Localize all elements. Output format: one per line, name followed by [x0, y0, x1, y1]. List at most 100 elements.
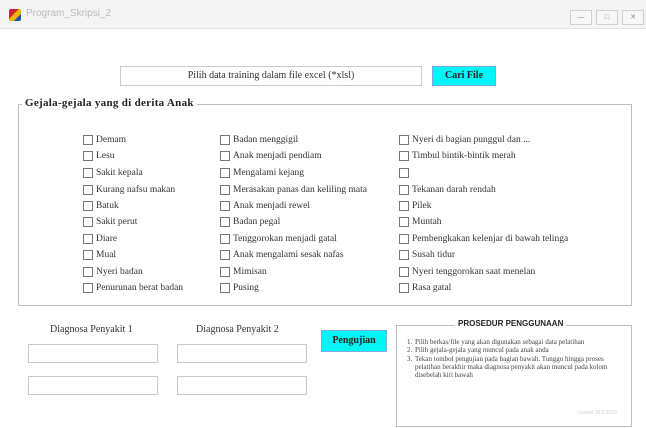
browse-file-button[interactable]: Cari File: [432, 66, 496, 86]
symptom-label: Anak menjadi pendiam: [233, 151, 322, 161]
symptom-checkbox[interactable]: Sakit kepala: [83, 168, 143, 178]
symptom-label: Penurunan berat badan: [96, 283, 184, 293]
diagnosis-2-field-b[interactable]: [177, 376, 307, 395]
checkbox-square[interactable]: [83, 250, 93, 260]
symptom-label: Timbul bintik-bintik merah: [412, 151, 516, 161]
symptoms-panel: Gejala-gejala yang di derita Anak Demam L…: [18, 97, 632, 306]
symptom-checkbox[interactable]: Badan menggigil: [220, 135, 298, 145]
symptom-checkbox[interactable]: Anak mengalami sesak nafas: [220, 250, 344, 260]
checkbox-square[interactable]: [220, 217, 230, 227]
symptom-checkbox[interactable]: Tenggorokan menjadi gatal: [220, 234, 337, 244]
symptom-checkbox[interactable]: Diare: [83, 234, 117, 244]
symptom-checkbox[interactable]: Nyeri di bagian punggul dan ...: [399, 135, 530, 145]
checkbox-square[interactable]: [83, 135, 93, 145]
diagnosis-1-label: Diagnosa Penyakit 1: [50, 324, 133, 335]
diagnosis-1-field-a[interactable]: [28, 344, 158, 363]
test-button[interactable]: Pengujian: [321, 330, 387, 352]
symptom-checkbox[interactable]: Mengalami kejang: [220, 168, 304, 178]
symptom-label: Lesu: [96, 151, 115, 161]
checkbox-square[interactable]: [220, 201, 230, 211]
symptom-checkbox[interactable]: Demam: [83, 135, 126, 145]
symptom-label: Pembengkakan kelenjar di bawah telinga: [412, 234, 569, 244]
symptom-checkbox[interactable]: Pilek: [399, 201, 432, 211]
symptom-label: Muntah: [412, 217, 442, 227]
checkbox-square[interactable]: [220, 135, 230, 145]
checkbox-square[interactable]: [399, 267, 409, 277]
checkbox-square[interactable]: [83, 217, 93, 227]
close-button[interactable]: ✕: [622, 10, 644, 25]
checkbox-square[interactable]: [220, 267, 230, 277]
checkbox-square[interactable]: [399, 135, 409, 145]
symptom-checkbox[interactable]: Batuk: [83, 201, 119, 211]
symptom-checkbox[interactable]: Mual: [83, 250, 116, 260]
checkbox-square[interactable]: [399, 201, 409, 211]
symptom-label: Tenggorokan menjadi gatal: [233, 234, 337, 244]
maximize-button[interactable]: □: [596, 10, 618, 25]
symptom-checkbox[interactable]: Kurang nafsu makan: [83, 185, 175, 195]
symptom-checkbox[interactable]: Nyeri tenggorokan saat menelan: [399, 267, 535, 277]
symptom-checkbox[interactable]: Mimisan: [220, 267, 267, 277]
symptom-label: Kurang nafsu makan: [96, 185, 176, 195]
checkbox-square[interactable]: [83, 234, 93, 244]
symptom-checkbox[interactable]: Tekanan darah rendah: [399, 185, 496, 195]
symptom-checkbox[interactable]: Penurunan berat badan: [83, 283, 183, 293]
symptom-label: Susah tidur: [412, 250, 456, 260]
symptom-checkbox[interactable]: Pusing: [220, 283, 259, 293]
symptom-label: Pusing: [233, 283, 259, 293]
checkbox-square[interactable]: [220, 250, 230, 260]
checkbox-square[interactable]: [399, 217, 409, 227]
checkbox-square[interactable]: [83, 283, 93, 293]
symptom-label: Sakit kepala: [96, 168, 143, 178]
procedure-title: PROSEDUR PENGGUNAAN: [455, 319, 567, 328]
symptom-label: Mual: [96, 250, 117, 260]
symptom-label: Diare: [96, 234, 118, 244]
file-path-field[interactable]: Pilih data training dalam file excel (*x…: [120, 66, 422, 86]
symptom-label: Tekanan darah rendah: [412, 185, 496, 195]
symptom-checkbox[interactable]: Anak menjadi pendiam: [220, 151, 322, 161]
checkbox-square[interactable]: [399, 185, 409, 195]
symptom-checkbox[interactable]: Pembengkakan kelenjar di bawah telinga: [399, 234, 568, 244]
procedure-step: 1. Pilih berkas/file yang akan digunakan …: [407, 338, 585, 346]
symptom-checkbox[interactable]: Merasakan panas dan keliling mata: [220, 185, 367, 195]
symptom-checkbox[interactable]: [399, 168, 412, 178]
checkbox-square[interactable]: [399, 168, 409, 178]
checkbox-square[interactable]: [399, 250, 409, 260]
symptom-label: Pilek: [412, 201, 432, 211]
symptom-label: Nyeri di bagian punggul dan ...: [412, 135, 531, 145]
minimize-button[interactable]: —: [570, 10, 592, 25]
checkbox-square[interactable]: [220, 234, 230, 244]
diagnosis-2-field-a[interactable]: [177, 344, 307, 363]
symptom-label: Nyeri badan: [96, 267, 143, 277]
checkbox-square[interactable]: [220, 168, 230, 178]
checkbox-square[interactable]: [83, 151, 93, 161]
symptom-checkbox[interactable]: Lesu: [83, 151, 114, 161]
symptom-label: Anak menjadi rewel: [233, 201, 311, 211]
checkbox-square[interactable]: [220, 151, 230, 161]
symptom-checkbox[interactable]: Nyeri badan: [83, 267, 143, 277]
symptom-checkbox[interactable]: Timbul bintik-bintik merah: [399, 151, 516, 161]
procedure-step: 3. Tekan tombol pengujian pada bagian baw…: [407, 354, 608, 380]
symptom-label: Sakit perut: [96, 217, 138, 227]
checkbox-square[interactable]: [399, 283, 409, 293]
symptom-checkbox[interactable]: Anak menjadi rewel: [220, 201, 310, 211]
title-bar: Program_Skripsi_2 — □ ✕: [0, 0, 646, 29]
checkbox-square[interactable]: [399, 151, 409, 161]
checkbox-square[interactable]: [399, 234, 409, 244]
window-title: Program_Skripsi_2: [26, 8, 112, 19]
symptom-checkbox[interactable]: Sakit perut: [83, 217, 137, 227]
symptom-label: Anak mengalami sesak nafas: [233, 250, 344, 260]
symptoms-panel-title: Gejala-gejala yang di derita Anak: [22, 97, 197, 109]
checkbox-square[interactable]: [83, 201, 93, 211]
symptom-checkbox[interactable]: Muntah: [399, 217, 442, 227]
checkbox-square[interactable]: [220, 283, 230, 293]
symptom-label: Nyeri tenggorokan saat menelan: [412, 267, 536, 277]
symptom-checkbox[interactable]: Rasa gatal: [399, 283, 451, 293]
symptom-checkbox[interactable]: Susah tidur: [399, 250, 455, 260]
checkbox-square[interactable]: [83, 267, 93, 277]
symptom-checkbox[interactable]: Badan pegal: [220, 217, 280, 227]
checkbox-square[interactable]: [83, 185, 93, 195]
checkbox-square[interactable]: [220, 185, 230, 195]
checkbox-square[interactable]: [83, 168, 93, 178]
procedure-step: 2. Pilih gejala-gejala yang muncul pada a…: [407, 346, 549, 355]
diagnosis-1-field-b[interactable]: [28, 376, 158, 395]
